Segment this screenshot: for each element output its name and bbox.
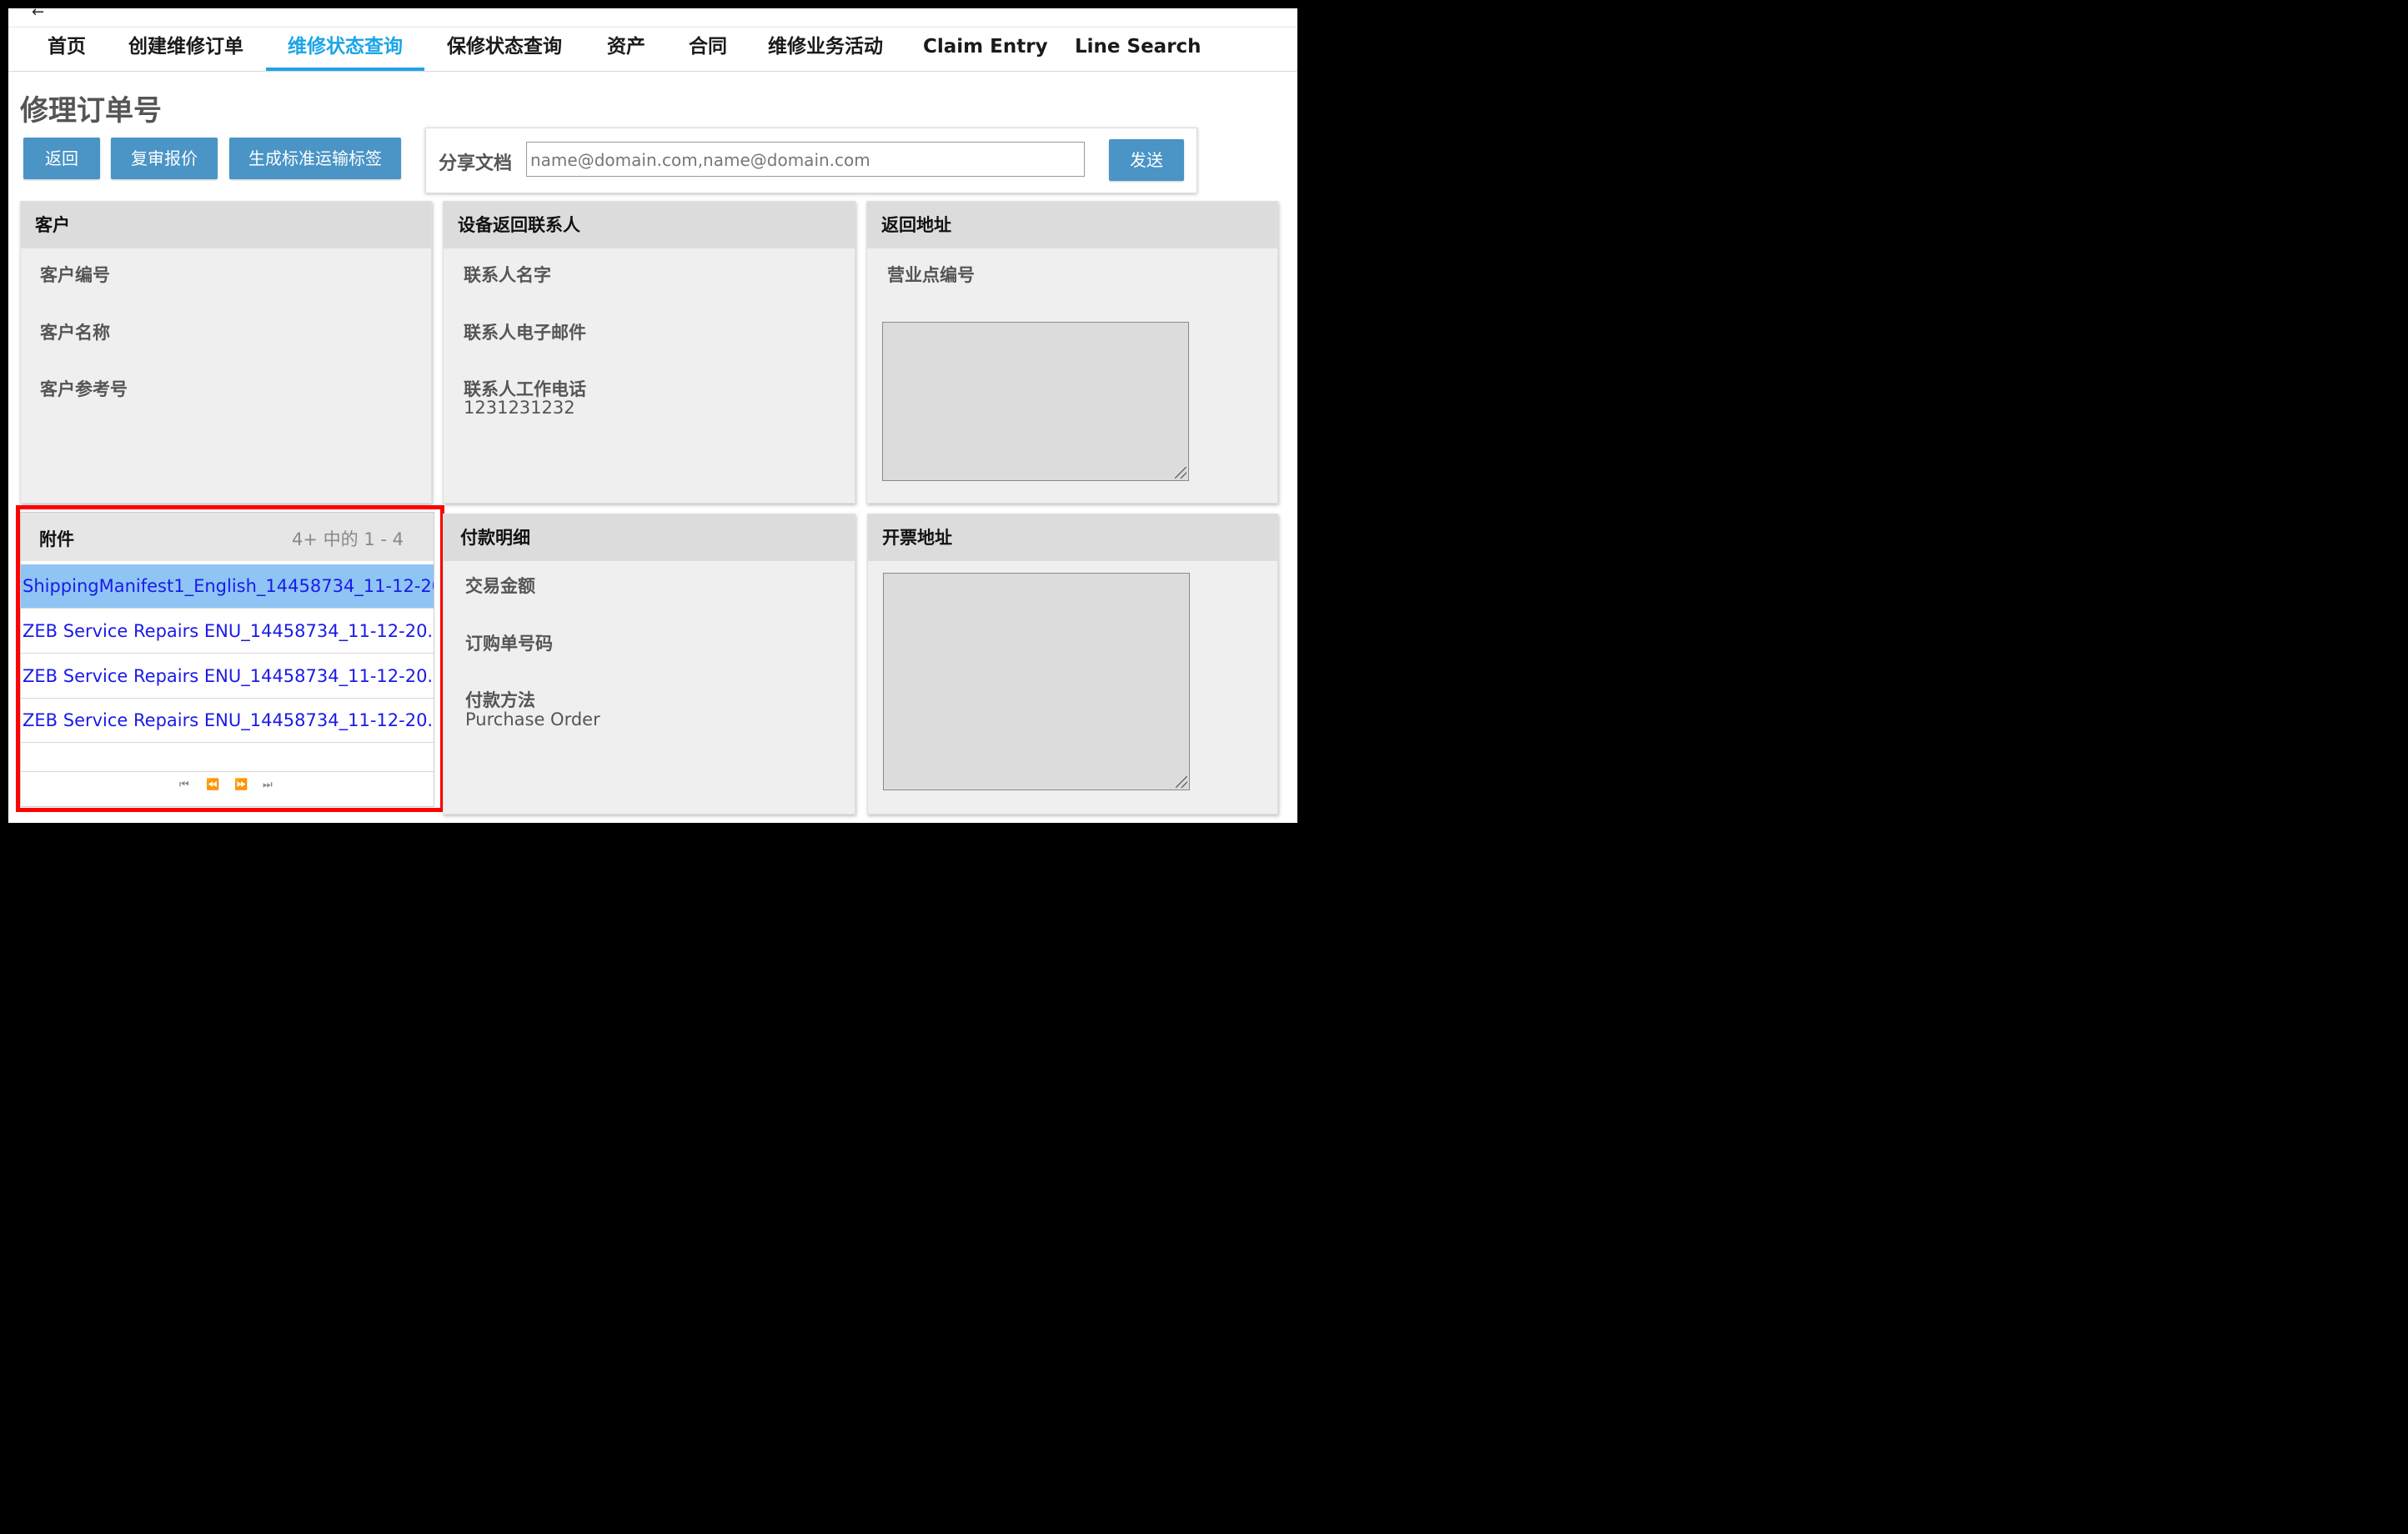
resize-grip-icon[interactable]: [1175, 467, 1186, 479]
payment-details-title: 付款明细: [444, 514, 855, 561]
billing-address-title: 开票地址: [868, 514, 1277, 561]
page-title: 修理订单号: [20, 94, 162, 128]
payment-method-value: Purchase Order: [465, 709, 600, 729]
tab-repair-status[interactable]: 维修状态查询: [266, 28, 424, 71]
send-button[interactable]: 发送: [1109, 139, 1184, 181]
tab-line-search[interactable]: Line Search: [1075, 28, 1201, 69]
tab-repair-activities[interactable]: 维修业务活动: [763, 28, 888, 69]
billing-address-textarea[interactable]: [883, 573, 1190, 790]
tab-contracts[interactable]: 合同: [680, 28, 735, 69]
tab-home[interactable]: 首页: [42, 28, 92, 69]
customer-panel: 客户 客户编号 客户名称 客户参考号: [20, 201, 432, 504]
tab-assets[interactable]: 资产: [599, 28, 654, 69]
tab-claim-entry[interactable]: Claim Entry: [923, 28, 1048, 69]
app-window: ← 首页 创建维修订单 维修状态查询 保修状态查询 资产 合同 维修业务活动 C…: [8, 8, 1297, 823]
customer-name-label: 客户名称: [40, 323, 110, 343]
customer-panel-title: 客户: [21, 202, 431, 248]
share-documents-box: 分享文档 name@domain.com,name@domain.com 发送: [425, 128, 1197, 193]
payment-method-label: 付款方法: [465, 690, 535, 710]
transaction-amount-label: 交易金额: [465, 576, 535, 596]
share-label: 分享文档: [439, 153, 513, 174]
po-number-label: 订购单号码: [465, 634, 553, 654]
contact-email-label: 联系人电子邮件: [464, 323, 586, 343]
customer-reference-label: 客户参考号: [40, 379, 128, 399]
resize-grip-icon[interactable]: [1176, 776, 1187, 788]
back-button[interactable]: 返回: [23, 138, 100, 179]
billing-address-panel: 开票地址: [867, 514, 1278, 815]
tab-create-repair-order[interactable]: 创建维修订单: [123, 28, 248, 69]
attachments-highlight-box: [16, 505, 444, 812]
return-address-textarea[interactable]: [882, 322, 1189, 481]
generate-shipping-label-button[interactable]: 生成标准运输标签: [229, 138, 401, 179]
contact-phone-value: 1231231232: [464, 398, 575, 418]
top-strip: ←: [8, 8, 1297, 28]
site-number-label: 营业点编号: [887, 265, 975, 285]
review-quote-button[interactable]: 复审报价: [111, 138, 218, 179]
return-contact-panel-title: 设备返回联系人: [444, 202, 855, 248]
payment-details-panel: 付款明细 交易金额 订购单号码 付款方法 Purchase Order: [443, 514, 855, 815]
main-nav: 首页 创建维修订单 维修状态查询 保修状态查询 资产 合同 维修业务活动 Cla…: [8, 28, 1297, 72]
customer-number-label: 客户编号: [40, 265, 110, 285]
share-email-input[interactable]: name@domain.com,name@domain.com: [526, 142, 1085, 177]
contact-name-label: 联系人名字: [464, 265, 551, 285]
back-arrow-icon[interactable]: ←: [32, 8, 44, 21]
return-address-panel: 返回地址 营业点编号: [866, 201, 1278, 504]
return-contact-panel: 设备返回联系人 联系人名字 联系人电子邮件 联系人工作电话 1231231232: [443, 201, 855, 504]
return-address-panel-title: 返回地址: [867, 202, 1277, 248]
tab-warranty-status[interactable]: 保修状态查询: [442, 28, 567, 69]
